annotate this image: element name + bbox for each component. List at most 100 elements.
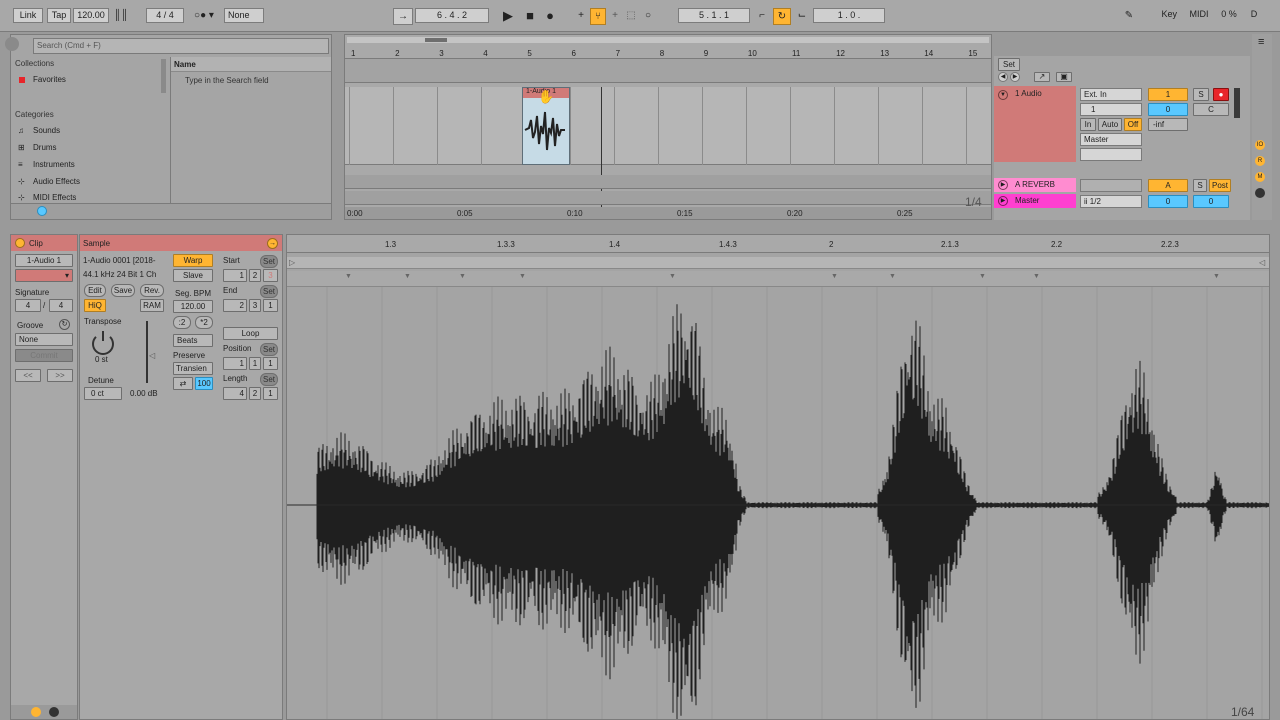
draw-mode-button[interactable]: ↗ [1034,72,1050,82]
solo-button[interactable]: S [1193,88,1209,101]
search-input[interactable]: Search (Cmd + F) [33,38,329,54]
sample-reverse-button[interactable]: Rev. [140,284,164,297]
play-icon[interactable]: ▶ [500,8,516,23]
output-select[interactable]: Master [1080,133,1142,146]
next-locator-icon[interactable]: ▶ [1010,72,1020,82]
length-sixteenth-field[interactable]: 1 [263,387,278,400]
name-column-header[interactable]: Name [174,60,196,69]
monitor-off-button[interactable]: Off [1124,118,1142,131]
preview-toggle-icon[interactable] [37,206,47,216]
transient-marker-icon[interactable]: ▼ [459,273,466,280]
sample-editor[interactable]: 1.3 1.3.3 1.4 1.4.3 2 2.1.3 2.2 2.2.3 ▷ ◁ ▼ ▼ ▼ ▼ ▼… [286,234,1270,720]
transient-marker-icon[interactable]: ▼ [404,273,411,280]
loop-start-marker-icon[interactable]: ▷ [289,258,295,267]
loop-brace-bar[interactable] [287,257,1269,269]
end-sixteenth-field[interactable]: 1 [263,299,278,312]
transient-marker-icon[interactable]: ▼ [979,273,986,280]
browser-sidebar-scrollbar[interactable] [161,59,166,93]
clip-nudge-forward-button[interactable]: >> [47,369,73,382]
input-type-select[interactable]: Ext. In [1080,88,1142,101]
browser-toggle-icon[interactable] [5,37,19,51]
clip-view-toggle-icon[interactable] [31,707,41,717]
stop-icon[interactable]: ■ [522,8,538,23]
capture-icon[interactable]: ○ [641,8,655,23]
master-cue-volume-field[interactable]: 0 [1193,195,1229,208]
start-set-button[interactable]: Set [260,255,278,268]
transient-marker-icon[interactable]: ▼ [669,273,676,280]
transient-marker-icon[interactable]: ▼ [345,273,352,280]
master-track-lane[interactable] [345,191,991,205]
track-volume-field[interactable]: 0 [1148,103,1188,116]
output-channel-select[interactable] [1080,148,1142,161]
position-set-button[interactable]: Set [260,343,278,356]
half-tempo-button[interactable]: :2 [173,316,191,329]
sample-edit-button[interactable]: Edit [84,284,106,297]
reverb-output-field[interactable] [1080,179,1142,192]
arm-record-button[interactable]: ● [1213,88,1229,101]
punch-in-icon[interactable]: ⌐ [753,8,771,23]
quantize-dots-icon[interactable]: ○● ▾ [188,8,220,23]
transient-marker-icon[interactable]: ▼ [519,273,526,280]
metronome-bars-icon[interactable]: ║║ [113,8,129,23]
sample-editor-ruler[interactable]: 1.3 1.3.3 1.4 1.4.3 2 2.1.3 2.2 2.2.3 [287,235,1269,253]
start-sixteenth-field[interactable]: 3 [263,269,278,282]
transient-marker-icon[interactable]: ▼ [831,273,838,280]
loop-length-field[interactable]: 1 . 0 . [813,8,885,23]
input-channel-select[interactable]: 1 [1080,103,1142,116]
commit-groove-button[interactable]: Commit [15,349,73,362]
reverb-solo-button[interactable]: S [1193,179,1207,192]
sidebar-item-audio-effects[interactable]: Audio Effects [33,177,80,186]
length-set-button[interactable]: Set [260,373,278,386]
transient-loop-mode-select[interactable]: ⇄ [173,377,193,390]
warp-mode-select[interactable]: Beats [173,334,213,347]
warp-button[interactable]: Warp [173,254,213,267]
hamburger-icon[interactable]: ≡ [1258,36,1264,48]
locator-lane[interactable] [345,59,991,83]
sidebar-item-sounds[interactable]: Sounds [33,126,60,135]
loop-start-field[interactable]: 5 . 1 . 1 [678,8,750,23]
clip-activator-icon[interactable] [15,238,25,248]
overview-position-marker[interactable] [425,38,447,42]
hiq-button[interactable]: HiQ [84,299,106,312]
session-record-icon[interactable]: ⬚ [624,8,638,23]
reverb-post-button[interactable]: Post [1209,179,1231,192]
detune-field[interactable]: 0 ct [84,387,122,400]
start-beat-field[interactable]: 2 [249,269,261,282]
plus-icon[interactable]: + [574,8,588,23]
lock-icon[interactable]: ▣ [1056,72,1072,82]
io-toggle-icon[interactable]: IO [1255,140,1265,150]
transient-marker-icon[interactable]: ▼ [889,273,896,280]
sample-expand-icon[interactable]: → [267,238,278,249]
reverb-fold-icon[interactable]: ▶ [998,180,1008,190]
tempo-field[interactable]: 120.00 [73,8,109,23]
sample-save-button[interactable]: Save [111,284,135,297]
ram-button[interactable]: RAM [140,299,164,312]
position-sixteenth-field[interactable]: 1 [263,357,278,370]
transient-marker-icon[interactable]: ▼ [1033,273,1040,280]
track-activator-button[interactable]: 1 [1148,88,1188,101]
gain-slider-track[interactable] [146,321,148,383]
delay-toggle-icon[interactable] [1255,188,1265,198]
quantize-select[interactable]: None [224,8,264,23]
double-tempo-button[interactable]: *2 [195,316,213,329]
tap-tempo-button[interactable]: Tap [47,8,71,23]
track-pan-field[interactable]: C [1193,103,1229,116]
midi-map-button[interactable]: MIDI [1185,8,1213,23]
follow-arrow-icon[interactable]: → [393,8,413,25]
sidebar-item-favorites[interactable]: Favorites [33,75,66,84]
length-bar-field[interactable]: 4 [223,387,247,400]
master-output-select[interactable]: ii 1/2 [1080,195,1142,208]
bar-ruler[interactable]: 1 2 3 4 5 6 7 8 9 10 11 12 13 14 15 [345,47,991,59]
end-beat-field[interactable]: 3 [249,299,261,312]
device-view-toggle-icon[interactable] [49,707,59,717]
position-beat-field[interactable]: 1 [249,357,261,370]
start-bar-field[interactable]: 1 [223,269,247,282]
groove-pool-icon[interactable]: ↻ [59,319,70,330]
master-volume-field[interactable]: 0 [1148,195,1188,208]
set-locator-button[interactable]: Set [998,58,1020,71]
reverb-activator-button[interactable]: A [1148,179,1188,192]
prev-locator-icon[interactable]: ◀ [998,72,1008,82]
sidebar-item-midi-effects[interactable]: MIDI Effects [33,193,76,201]
monitor-in-button[interactable]: In [1080,118,1096,131]
end-bar-field[interactable]: 2 [223,299,247,312]
